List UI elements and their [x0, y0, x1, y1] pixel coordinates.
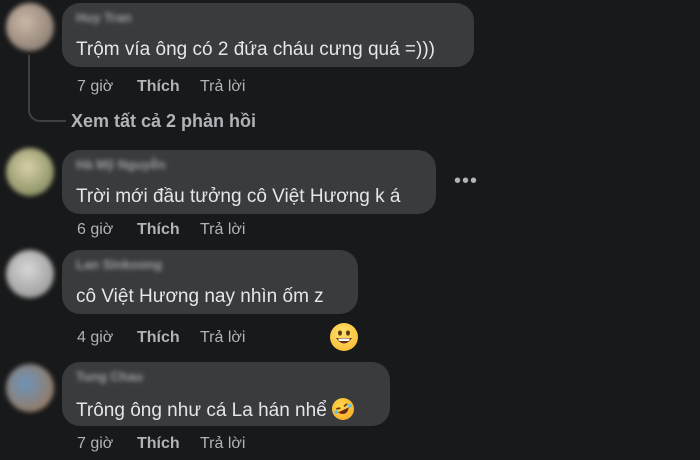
avatar[interactable] [6, 3, 54, 51]
comment-bubble: Lan Sinkoong cô Việt Hương nay nhìn ốm z [62, 250, 358, 314]
grinning-face-icon[interactable] [330, 323, 358, 351]
comment-text: Trông ông như cá La hán nhể [76, 398, 355, 422]
comment-author[interactable]: Lan Sinkoong [76, 258, 162, 272]
like-button[interactable]: Thích [137, 435, 180, 453]
reply-button[interactable]: Trả lời [200, 221, 245, 239]
reply-button[interactable]: Trả lời [200, 435, 245, 453]
comment-text-content: Trông ông như cá La hán nhể [76, 400, 327, 421]
comment-text: Trộm vía ông có 2 đứa cháu cưng quá =))) [76, 39, 435, 60]
reply-button[interactable]: Trả lời [200, 329, 245, 347]
avatar[interactable] [6, 364, 54, 412]
comment-time[interactable]: 7 giờ [77, 78, 113, 96]
reply-button[interactable]: Trả lời [200, 78, 245, 96]
comment-time[interactable]: 4 giờ [77, 329, 113, 347]
like-button[interactable]: Thích [137, 221, 180, 239]
comment-bubble: Huy Tran Trộm vía ông có 2 đứa cháu cưng… [62, 3, 474, 67]
rolling-laughing-icon [332, 398, 355, 420]
comment-text: Trời mới đầu tưởng cô Việt Hương k á [76, 186, 401, 207]
comment-bubble: Tung Chau Trông ông như cá La hán nhể [62, 362, 390, 426]
comment-author[interactable]: Hà Mỹ Nguyễn [76, 158, 166, 172]
comment-time[interactable]: 7 giờ [77, 435, 113, 453]
thread-connector [28, 55, 66, 122]
view-replies-link[interactable]: Xem tất cả 2 phản hồi [71, 111, 256, 132]
like-button[interactable]: Thích [137, 329, 180, 347]
comment-text: cô Việt Hương nay nhìn ốm z [76, 286, 324, 307]
avatar[interactable] [6, 250, 54, 298]
comment-author[interactable]: Huy Tran [76, 11, 132, 25]
avatar[interactable] [6, 148, 54, 196]
comment-time[interactable]: 6 giờ [77, 221, 113, 239]
comment-bubble: Hà Mỹ Nguyễn Trời mới đầu tưởng cô Việt … [62, 150, 436, 214]
like-button[interactable]: Thích [137, 78, 180, 96]
ellipsis-icon[interactable]: ••• [454, 170, 478, 193]
comment-author[interactable]: Tung Chau [76, 370, 143, 384]
